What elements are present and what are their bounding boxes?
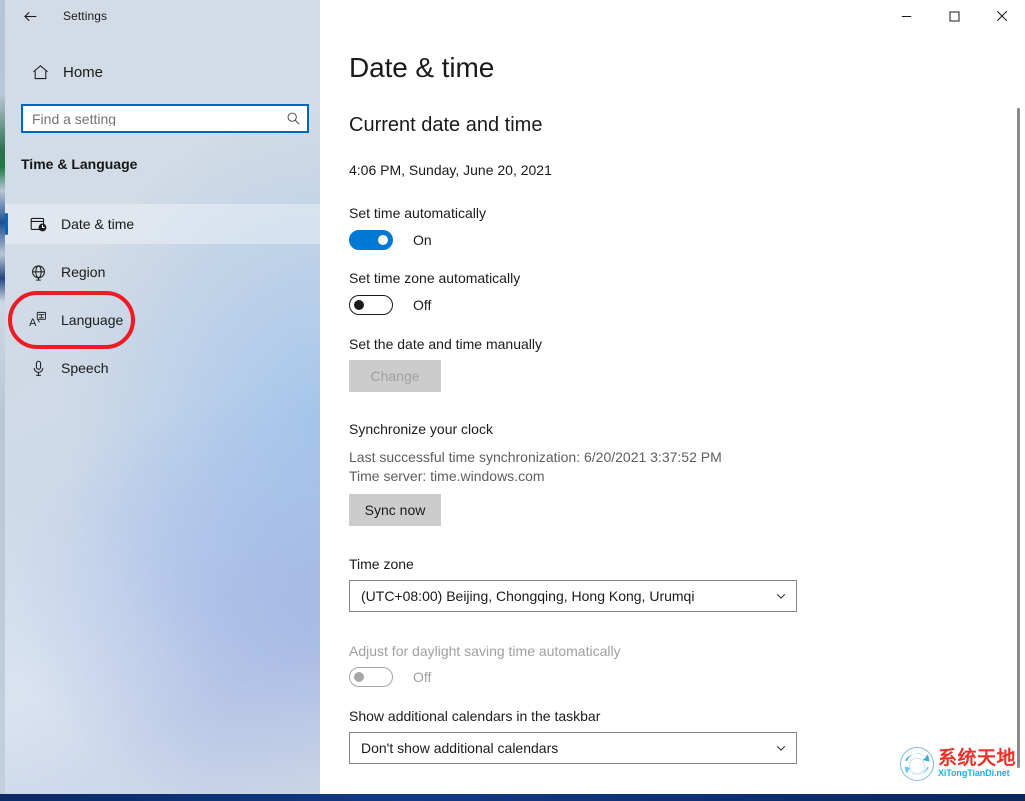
daylight-saving-label: Adjust for daylight saving time automati… xyxy=(349,643,621,659)
search-icon[interactable] xyxy=(279,111,307,126)
sidebar-item-speech-label: Speech xyxy=(61,360,108,376)
selection-indicator xyxy=(5,213,8,235)
sidebar-item-language[interactable]: A Language xyxy=(5,300,320,340)
set-time-automatically-row: On xyxy=(349,230,432,250)
set-timezone-automatically-state: Off xyxy=(413,297,431,313)
set-date-time-manually-label: Set the date and time manually xyxy=(349,336,542,352)
content-scrollbar-thumb[interactable] xyxy=(1017,108,1020,768)
microphone-icon xyxy=(15,359,61,378)
time-server-text: Time server: time.windows.com xyxy=(349,468,545,484)
daylight-saving-state: Off xyxy=(413,669,431,685)
daylight-saving-row: Off xyxy=(349,667,431,687)
svg-text:A: A xyxy=(29,317,37,329)
sidebar-item-region-label: Region xyxy=(61,264,105,280)
globe-icon xyxy=(15,263,61,282)
change-button[interactable]: Change xyxy=(349,360,441,392)
set-timezone-automatically-toggle[interactable] xyxy=(349,295,393,315)
watermark: 系统天地 XiTongTianDi.net xyxy=(898,744,1020,784)
time-zone-dropdown[interactable]: (UTC+08:00) Beijing, Chongqing, Hong Kon… xyxy=(349,580,797,612)
additional-calendars-dropdown[interactable]: Don't show additional calendars xyxy=(349,732,797,764)
daylight-saving-toggle[interactable] xyxy=(349,667,393,687)
toggle-knob xyxy=(354,672,364,682)
section-heading-current-date-time: Current date and time xyxy=(349,114,542,137)
additional-calendars-label: Show additional calendars in the taskbar xyxy=(349,708,600,724)
maximize-button[interactable] xyxy=(931,0,977,32)
sidebar-item-language-label: Language xyxy=(61,312,123,328)
chevron-down-icon xyxy=(766,742,796,754)
back-button[interactable] xyxy=(8,0,53,32)
toggle-knob xyxy=(354,300,364,310)
watermark-english-text: XiTongTianDi.net xyxy=(938,769,1016,779)
sidebar-item-home-label: Home xyxy=(63,64,103,81)
set-time-automatically-state: On xyxy=(413,232,432,248)
search-input-placeholder: Find a setting xyxy=(23,112,279,126)
sidebar-item-speech[interactable]: Speech xyxy=(5,348,320,388)
close-button[interactable] xyxy=(979,0,1025,32)
sidebar-item-date-time-label: Date & time xyxy=(61,216,134,232)
section-heading-synchronize-clock: Synchronize your clock xyxy=(349,421,493,437)
page-title: Date & time xyxy=(349,52,494,84)
set-time-automatically-toggle[interactable] xyxy=(349,230,393,250)
watermark-text: 系统天地 XiTongTianDi.net xyxy=(938,749,1016,779)
sync-now-button[interactable]: Sync now xyxy=(349,494,441,526)
content-scrollbar[interactable] xyxy=(1011,0,1025,794)
settings-content-pane: Date & time Current date and time 4:06 P… xyxy=(320,0,1025,794)
sidebar-item-region[interactable]: Region xyxy=(5,252,320,292)
current-datetime-value: 4:06 PM, Sunday, June 20, 2021 xyxy=(349,162,552,178)
calendar-clock-icon xyxy=(15,215,61,234)
additional-calendars-dropdown-value: Don't show additional calendars xyxy=(350,740,766,756)
minimize-button[interactable] xyxy=(883,0,929,32)
time-zone-dropdown-value: (UTC+08:00) Beijing, Chongqing, Hong Kon… xyxy=(350,588,766,604)
sidebar-group-title: Time & Language xyxy=(21,156,137,172)
settings-window: Home Find a setting Time & Language xyxy=(5,0,1025,794)
last-sync-text: Last successful time synchronization: 6/… xyxy=(349,449,722,465)
set-time-automatically-label: Set time automatically xyxy=(349,205,486,221)
navigation-sidebar: Home Find a setting Time & Language xyxy=(5,0,320,794)
search-input[interactable]: Find a setting xyxy=(21,104,309,133)
chevron-down-icon xyxy=(766,590,796,602)
sidebar-item-date-time[interactable]: Date & time xyxy=(5,204,320,244)
home-icon xyxy=(17,63,63,82)
translate-icon: A xyxy=(15,310,61,330)
set-timezone-automatically-label: Set time zone automatically xyxy=(349,270,520,286)
toggle-knob xyxy=(378,235,388,245)
watermark-chinese-text: 系统天地 xyxy=(938,749,1016,769)
desktop-taskbar-strip xyxy=(0,794,1025,801)
settings-content-inner: Date & time Current date and time 4:06 P… xyxy=(320,0,1025,794)
watermark-logo-icon xyxy=(898,745,936,783)
set-timezone-automatically-row: Off xyxy=(349,295,431,315)
time-zone-label: Time zone xyxy=(349,556,414,572)
sidebar-item-home[interactable]: Home xyxy=(5,54,320,90)
